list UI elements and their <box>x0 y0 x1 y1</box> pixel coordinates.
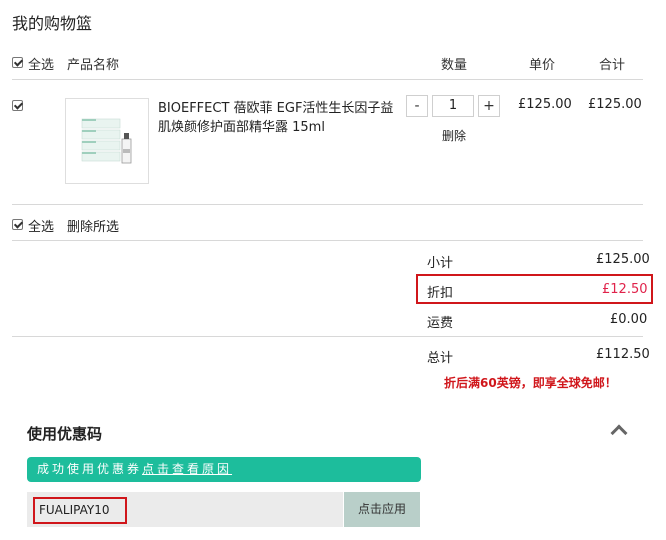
subtotal-value: £125.00 <box>596 252 650 267</box>
item-unit-price: £125.00 <box>518 97 572 112</box>
quantity-minus-button[interactable]: - <box>406 95 428 117</box>
coupon-success-banner: 成功使用优惠券点击查看原因 <box>27 457 421 482</box>
product-image <box>81 118 132 164</box>
item-total-price: £125.00 <box>588 97 642 112</box>
select-all-checkbox-top[interactable] <box>12 57 23 68</box>
discount-value: £12.50 <box>602 282 648 297</box>
subtotal-label: 小计 <box>427 256 454 271</box>
quantity-input[interactable]: 1 <box>432 95 474 117</box>
total-header: 合计 <box>599 58 626 73</box>
delete-item-link[interactable]: 删除 <box>442 127 466 144</box>
shipping-value: £0.00 <box>610 312 648 327</box>
product-name-line1[interactable]: BIOEFFECT 蓓欧菲 EGF活性生长因子益 <box>158 97 393 116</box>
item-divider <box>12 204 643 205</box>
item-checkbox[interactable] <box>12 100 23 111</box>
quantity-header: 数量 <box>441 58 468 73</box>
product-thumbnail[interactable] <box>65 98 149 184</box>
actions-divider <box>12 240 643 241</box>
coupon-code-value: FUALIPAY10 <box>39 503 110 517</box>
delete-selected-link[interactable]: 删除所选 <box>67 216 119 235</box>
discount-label: 折扣 <box>427 286 454 301</box>
coupon-reason-link[interactable]: 点击查看原因 <box>142 462 232 476</box>
select-all-checkbox-bottom[interactable] <box>12 219 23 230</box>
unit-price-header: 单价 <box>529 58 556 73</box>
page-title: 我的购物篮 <box>12 14 93 33</box>
select-all-label-top: 全选 <box>28 58 55 73</box>
header-divider <box>12 79 643 80</box>
summary-divider <box>12 336 643 337</box>
quantity-plus-button[interactable]: + <box>478 95 500 117</box>
grand-total-value: £112.50 <box>596 347 650 362</box>
coupon-success-text: 成功使用优惠券 <box>37 462 143 476</box>
grand-total-label: 总计 <box>427 351 454 366</box>
product-name-line2[interactable]: 肌焕颜修护面部精华露 15ml <box>158 116 325 135</box>
apply-coupon-button[interactable]: 点击应用 <box>344 492 420 527</box>
select-all-label-bottom: 全选 <box>28 220 55 235</box>
chevron-up-icon[interactable] <box>610 424 628 442</box>
free-shipping-note: 折后满60英镑，即享全球免邮！ <box>444 376 617 390</box>
product-name-header: 产品名称 <box>67 58 120 73</box>
coupon-section-title: 使用优惠码 <box>27 425 103 443</box>
shipping-label: 运费 <box>427 316 454 331</box>
